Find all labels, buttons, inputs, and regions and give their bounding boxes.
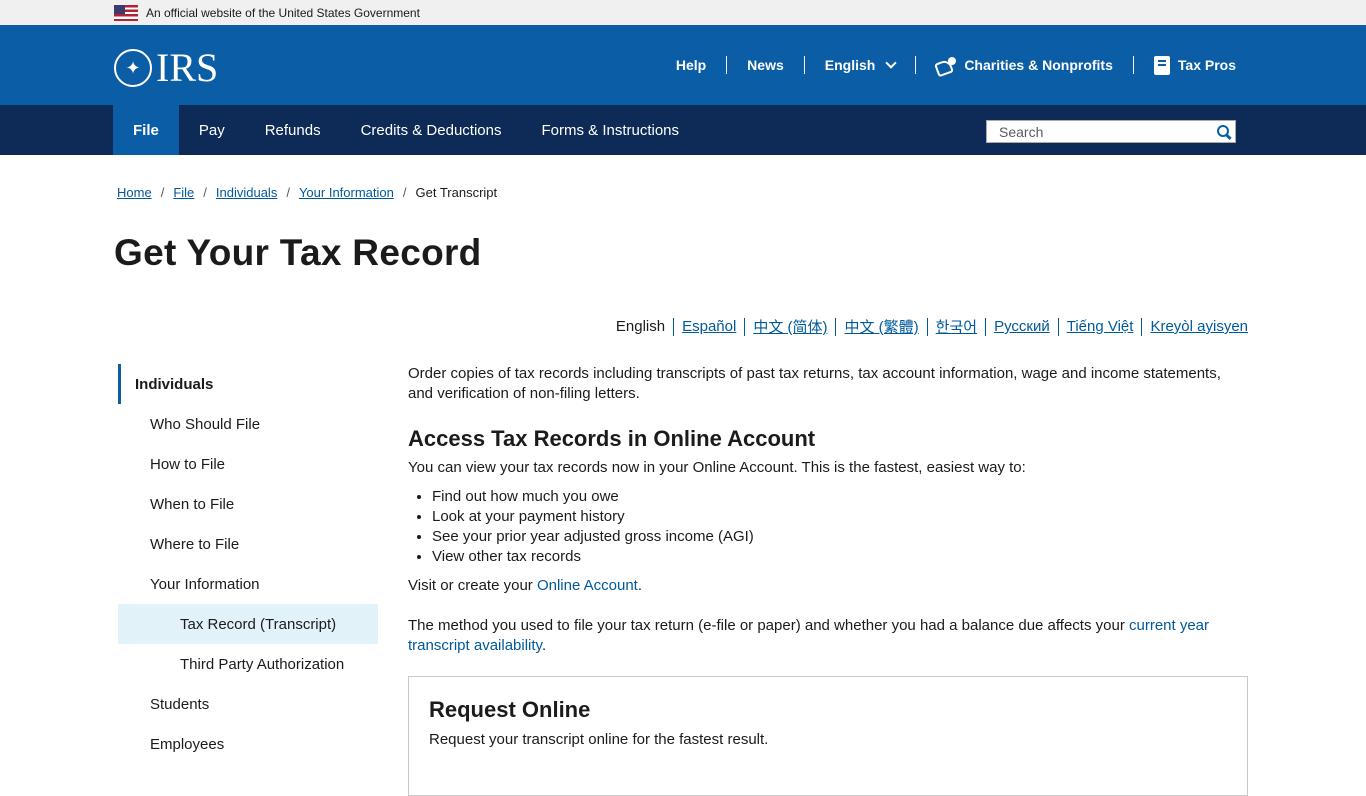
gov-banner-text: An official website of the United States… — [146, 5, 420, 20]
main-nav: File Pay Refunds Credits & Deductions Fo… — [113, 105, 699, 155]
us-flag-icon — [114, 4, 138, 21]
search-input[interactable] — [987, 121, 1213, 142]
news-link[interactable]: News — [727, 57, 804, 73]
sidebar-item-your-information[interactable]: Your Information — [118, 564, 378, 604]
sidebar-item-students[interactable]: Students — [118, 684, 378, 724]
list-item: Find out how much you owe — [432, 487, 1248, 507]
card-text: Request your transcript online for the f… — [429, 731, 769, 748]
list-item: View other tax records — [432, 547, 1248, 567]
nav-refunds[interactable]: Refunds — [245, 105, 341, 155]
breadcrumb: Home / File / Individuals / Your Informa… — [117, 185, 497, 200]
breadcrumb-separator: / — [160, 185, 165, 200]
main-nav-bar: File Pay Refunds Credits & Deductions Fo… — [0, 105, 1366, 155]
sidebar-item-who-should-file[interactable]: Who Should File — [118, 404, 378, 444]
help-link[interactable]: Help — [656, 57, 726, 73]
nav-file[interactable]: File — [113, 105, 179, 155]
logo-text: IRS — [156, 45, 219, 90]
lang-current: English — [615, 318, 666, 335]
main-content: Order copies of tax records including tr… — [408, 364, 1248, 796]
sidebar-item-how-to-file[interactable]: How to File — [118, 444, 378, 484]
card-title: Request Online — [429, 697, 591, 722]
site-header: ✦ IRS Help News English Charities & Nonp… — [0, 25, 1366, 105]
sidebar-item-employees[interactable]: Employees — [118, 724, 378, 764]
sidebar-item-when-to-file[interactable]: When to File — [118, 484, 378, 524]
list-item: See your prior year adjusted gross incom… — [432, 527, 1248, 547]
method-paragraph: The method you used to file your tax ret… — [408, 616, 1248, 656]
benefits-list: Find out how much you owe Look at your p… — [408, 487, 1248, 567]
charities-label: Charities & Nonprofits — [964, 57, 1113, 73]
breadcrumb-current: Get Transcript — [415, 185, 498, 200]
sidebar-item-tax-record[interactable]: Tax Record (Transcript) — [118, 604, 378, 644]
tax-pros-link[interactable]: Tax Pros — [1134, 55, 1236, 75]
online-account-link[interactable]: Online Account — [537, 577, 638, 594]
breadcrumb-separator: / — [402, 185, 407, 200]
search-icon[interactable] — [1213, 121, 1235, 142]
language-dropdown[interactable]: English — [805, 56, 916, 73]
lead-text: You can view your tax records now in you… — [408, 459, 1026, 476]
nav-forms-instructions[interactable]: Forms & Instructions — [521, 105, 699, 155]
breadcrumb-your-information[interactable]: Your Information — [299, 185, 394, 200]
lang-haitian-creole[interactable]: Kreyòl ayisyen — [1142, 318, 1248, 335]
page-title: Get Your Tax Record — [114, 232, 482, 273]
intro-text: Order copies of tax records including tr… — [408, 365, 1221, 402]
breadcrumb-home[interactable]: Home — [117, 185, 152, 200]
breadcrumb-file[interactable]: File — [173, 185, 194, 200]
sidebar-item-individuals[interactable]: Individuals — [118, 364, 378, 404]
language-dropdown-label: English — [824, 57, 876, 73]
eagle-logo-icon: ✦ — [114, 49, 152, 87]
book-icon — [1153, 55, 1170, 75]
sidebar-item-third-party-authorization[interactable]: Third Party Authorization — [118, 644, 378, 684]
lang-chinese-simplified[interactable]: 中文 (简体) — [745, 316, 835, 337]
lang-russian[interactable]: Русский — [986, 318, 1058, 335]
list-item: Look at your payment history — [432, 507, 1248, 527]
lang-vietnamese[interactable]: Tiếng Việt — [1059, 318, 1142, 335]
sidebar-item-where-to-file[interactable]: Where to File — [118, 524, 378, 564]
section-heading: Access Tax Records in Online Account — [408, 426, 816, 451]
request-online-card: Request Online Request your transcript o… — [408, 676, 1248, 796]
nav-credits-deductions[interactable]: Credits & Deductions — [341, 105, 522, 155]
chevron-down-icon — [885, 56, 897, 69]
sidebar-nav: Individuals Who Should File How to File … — [118, 364, 378, 764]
breadcrumb-separator: / — [286, 185, 290, 200]
search-box — [986, 120, 1236, 143]
lang-korean[interactable]: 한국어 — [928, 316, 985, 337]
visit-prefix: Visit or create your — [408, 577, 537, 594]
nav-pay[interactable]: Pay — [179, 105, 245, 155]
language-selector: English Español 中文 (简体) 中文 (繁體) 한국어 Русс… — [608, 316, 1248, 337]
visit-suffix: . — [637, 577, 643, 594]
breadcrumb-separator: / — [203, 185, 207, 200]
method-prefix: The method you used to file your tax ret… — [408, 617, 1129, 634]
tax-pros-label: Tax Pros — [1177, 57, 1236, 73]
utility-nav: Help News English Charities & Nonprofits… — [656, 25, 1236, 105]
visit-paragraph: Visit or create your Online Account. — [408, 576, 1248, 596]
method-suffix: . — [541, 637, 547, 654]
handshake-icon — [936, 57, 957, 73]
breadcrumb-individuals[interactable]: Individuals — [216, 185, 277, 200]
irs-logo[interactable]: ✦ IRS — [114, 45, 219, 90]
gov-banner: An official website of the United States… — [0, 0, 1366, 25]
lang-spanish[interactable]: Español — [674, 318, 744, 335]
charities-link[interactable]: Charities & Nonprofits — [916, 57, 1133, 73]
lang-chinese-traditional[interactable]: 中文 (繁體) — [836, 316, 926, 337]
